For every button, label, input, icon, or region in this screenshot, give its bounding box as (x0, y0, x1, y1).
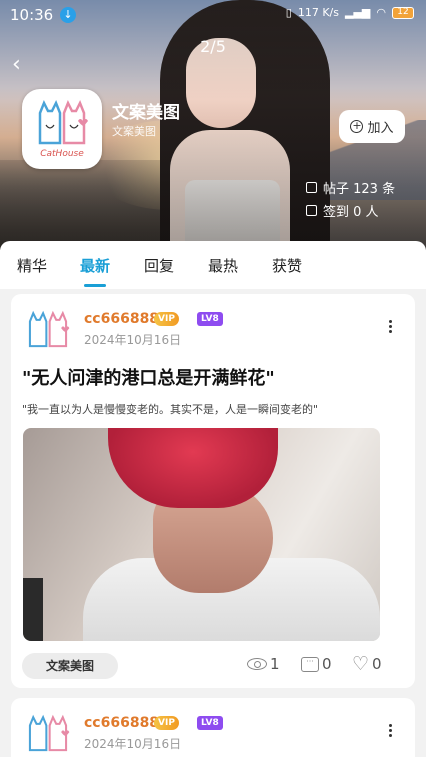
page-indicator: 2/5 (200, 37, 226, 56)
download-icon: ↓ (60, 7, 76, 23)
join-label: 加入 (367, 121, 394, 136)
tab-replies[interactable]: 回复 (144, 255, 174, 276)
tab-hottest[interactable]: 最热 (208, 255, 238, 276)
circle-header: 10:36 ↓ ▯ 117 K/s ▂▄▆ ◠ 12 ‹ 2/5 CatHous… (0, 0, 426, 250)
cat-logo-icon (28, 310, 70, 348)
avatar-logo-text: CatHouse (40, 149, 84, 159)
checkin-count-label: 签到 0 人 (323, 205, 379, 220)
eye-icon (247, 658, 267, 670)
avatar[interactable] (25, 310, 71, 356)
image-hair (108, 428, 278, 508)
status-time: 10:36 (10, 6, 54, 24)
post-title: "无人问津的港口总是开满鲜花" (22, 368, 275, 389)
comment-button[interactable]: ··· 0 (301, 655, 332, 673)
comments-value: 0 (322, 655, 332, 673)
more-options-icon[interactable] (389, 320, 393, 334)
level-badge: LV8 (197, 716, 223, 730)
net-speed: 117 K/s (297, 6, 339, 19)
username[interactable]: cc666888 (84, 715, 159, 731)
cat-logo-icon (28, 714, 70, 752)
posts-count-label: 帖子 123 条 (323, 182, 396, 197)
checkin-count: 签到 0 人 (306, 201, 379, 220)
post-text: "我一直以为人是慢慢变老的。其实不是，人是一瞬间变老的" (22, 403, 319, 416)
username[interactable]: cc666888 (84, 311, 159, 327)
post-image[interactable] (23, 428, 380, 641)
views-value: 1 (270, 655, 280, 673)
post-card[interactable]: cc666888 VIP LV8 2024年10月16日 "无人问津的港口总是开… (11, 294, 415, 688)
vip-badge: VIP (154, 312, 179, 326)
status-icons: ▯ 117 K/s ▂▄▆ ◠ 12 (286, 6, 414, 19)
circle-avatar[interactable]: CatHouse (22, 89, 102, 169)
avatar[interactable] (25, 714, 71, 757)
posts-count: 帖子 123 条 (306, 178, 395, 197)
more-options-icon[interactable] (389, 724, 393, 738)
likes-value: 0 (372, 655, 382, 673)
vibrate-icon: ▯ (285, 6, 292, 19)
heart-icon: ♡ (352, 653, 370, 675)
comment-icon: ··· (301, 656, 319, 672)
join-button[interactable]: + 加入 (339, 110, 405, 143)
battery-icon: 12 (392, 6, 414, 19)
plus-circle-icon: + (350, 119, 364, 133)
calendar-icon (306, 205, 317, 216)
level-badge: LV8 (197, 312, 223, 326)
tab-essence[interactable]: 精华 (17, 255, 47, 276)
vip-badge: VIP (154, 716, 179, 730)
back-icon[interactable]: ‹ (12, 54, 30, 76)
tab-most-liked[interactable]: 获赞 (272, 255, 302, 276)
circle-subtitle: 文案美图 (112, 125, 156, 138)
like-button[interactable]: ♡ 0 (352, 653, 382, 675)
post-card[interactable]: cc666888 VIP LV8 2024年10月16日 (11, 698, 415, 757)
wifi-icon: ◠ (376, 6, 386, 19)
image-phone (23, 578, 43, 641)
circle-name: 文案美图 (112, 103, 180, 123)
status-bar: 10:36 ↓ ▯ 117 K/s ▂▄▆ ◠ 12 (10, 4, 414, 26)
post-tag[interactable]: 文案美图 (22, 653, 118, 679)
signal-icon: ▂▄▆ (345, 6, 371, 19)
post-date: 2024年10月16日 (84, 333, 182, 347)
views-count: 1 (247, 655, 280, 673)
post-date: 2024年10月16日 (84, 737, 182, 751)
active-tab-indicator (84, 284, 106, 287)
tab-latest[interactable]: 最新 (80, 255, 110, 276)
tab-bar: 精华 最新 回复 最热 获赞 (0, 241, 426, 289)
document-icon (306, 182, 317, 193)
cat-logo-icon (38, 99, 88, 145)
